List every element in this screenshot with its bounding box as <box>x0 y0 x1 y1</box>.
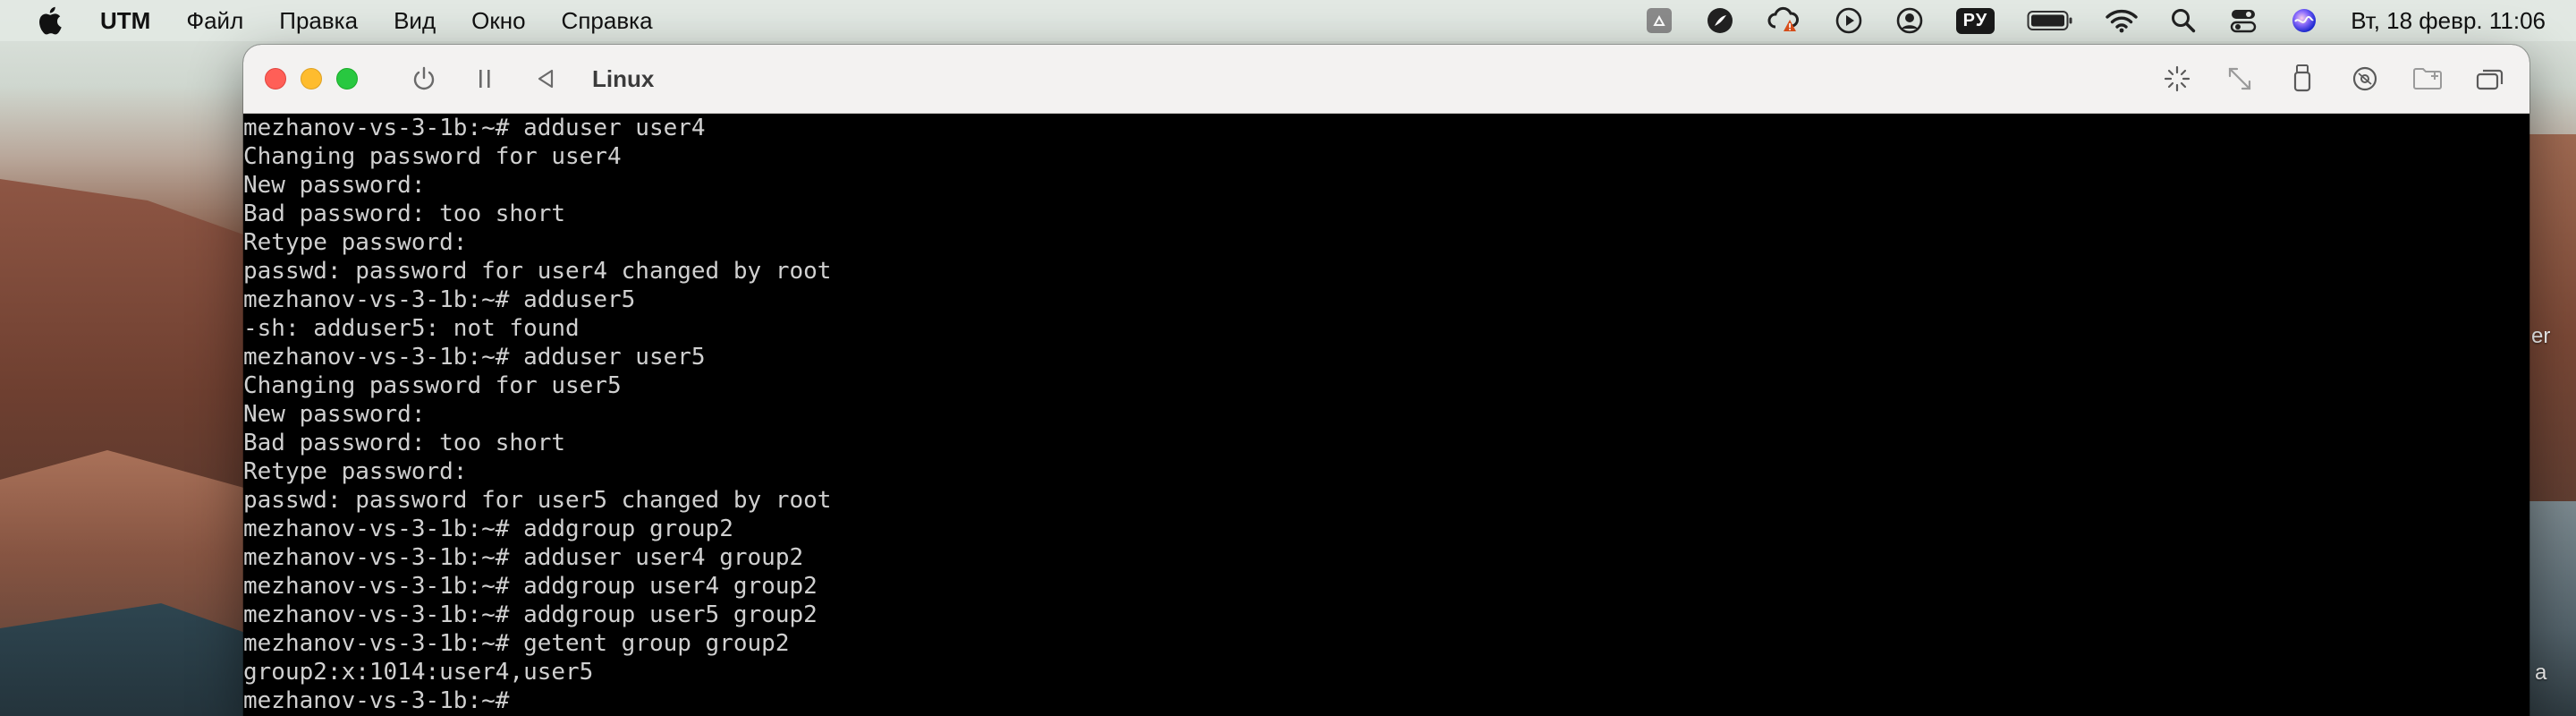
menu-bar: UTM Файл Правка Вид Окно Справка РУ Вт, … <box>0 0 2576 41</box>
zoom-button[interactable] <box>336 68 358 90</box>
menubar-clock[interactable]: Вт, 18 февр. 11:06 <box>2351 7 2546 35</box>
creative-cloud-warning-icon[interactable] <box>1767 0 1802 41</box>
close-button[interactable] <box>265 68 286 90</box>
user-circle-icon[interactable] <box>1895 0 1924 41</box>
terminal-line: passwd: password for user5 changed by ro… <box>243 487 832 514</box>
menu-window[interactable]: Окно <box>471 7 525 35</box>
terminal-prompt: mezhanov-vs-3-1b:~# <box>243 687 510 714</box>
desktop-icon-label[interactable]: a <box>2535 661 2546 686</box>
terminal-line: mezhanov-vs-3-1b:~# adduser user4 group2 <box>243 544 804 571</box>
terminal-line: New password: <box>243 401 426 428</box>
apple-menu-icon[interactable] <box>36 5 63 36</box>
terminal-line: passwd: password for user4 changed by ro… <box>243 258 832 285</box>
usb-capture-icon[interactable] <box>2159 61 2195 97</box>
terminal-line: mezhanov-vs-3-1b:~# addgroup group2 <box>243 516 733 542</box>
desktop-icon-label[interactable]: er <box>2531 324 2550 349</box>
spotlight-search-icon[interactable] <box>2170 0 2197 41</box>
menu-file[interactable]: Файл <box>186 7 243 35</box>
play-circle-icon[interactable] <box>1835 0 1863 41</box>
back-icon[interactable] <box>528 61 564 97</box>
terminal-line: mezhanov-vs-3-1b:~# getent group group2 <box>243 630 790 657</box>
windows-icon[interactable] <box>2472 61 2508 97</box>
drive-image-icon[interactable] <box>2347 61 2383 97</box>
menu-view[interactable]: Вид <box>394 7 436 35</box>
input-source-label: РУ <box>1955 7 1996 34</box>
terminal-line: mezhanov-vs-3-1b:~# adduser user4 <box>243 115 706 141</box>
terminal-line: mezhanov-vs-3-1b:~# adduser user5 <box>243 344 706 371</box>
terminal-line: mezhanov-vs-3-1b:~# addgroup user4 group… <box>243 573 818 600</box>
utm-vm-window: Linux mezhanov-vs-3-1b:~# adduser user4 … <box>243 45 2529 716</box>
window-title: Linux <box>592 64 655 92</box>
terminal-line: Bad password: too short <box>243 200 566 227</box>
terminal-line: Retype password: <box>243 458 468 485</box>
terminal-line: -sh: adduser5: not found <box>243 315 580 342</box>
window-titlebar[interactable]: Linux <box>243 45 2529 114</box>
terminal-line: mezhanov-vs-3-1b:~# addgroup user5 group… <box>243 601 818 628</box>
power-icon[interactable] <box>406 61 442 97</box>
feather-icon[interactable] <box>1706 0 1734 41</box>
input-source-icon[interactable]: РУ <box>1955 0 1996 41</box>
terminal-line: mezhanov-vs-3-1b:~# adduser5 <box>243 286 636 313</box>
menu-help[interactable]: Справка <box>562 7 653 35</box>
pause-icon[interactable] <box>467 61 503 97</box>
battery-icon[interactable] <box>2027 0 2073 41</box>
shared-folder-icon[interactable] <box>2410 61 2445 97</box>
terminal-line: Retype password: <box>243 229 468 256</box>
terminal-line: Changing password for user4 <box>243 143 622 170</box>
terminal-console[interactable]: mezhanov-vs-3-1b:~# adduser user4 Changi… <box>243 114 2529 716</box>
terminal-line: group2:x:1014:user4,user5 <box>243 659 594 686</box>
terminal-line: New password: <box>243 172 426 199</box>
resize-icon[interactable] <box>2222 61 2258 97</box>
siri-icon[interactable] <box>2290 0 2318 41</box>
minimize-button[interactable] <box>301 68 322 90</box>
usb-drive-icon[interactable] <box>2284 61 2320 97</box>
control-center-icon[interactable] <box>2229 0 2258 41</box>
terminal-line: Changing password for user5 <box>243 372 622 399</box>
menu-app-utm[interactable]: UTM <box>100 7 150 35</box>
terminal-line: Bad password: too short <box>243 430 566 456</box>
menu-edit[interactable]: Правка <box>279 7 358 35</box>
wifi-icon[interactable] <box>2106 0 2138 41</box>
google-drive-icon[interactable] <box>1645 0 1674 41</box>
